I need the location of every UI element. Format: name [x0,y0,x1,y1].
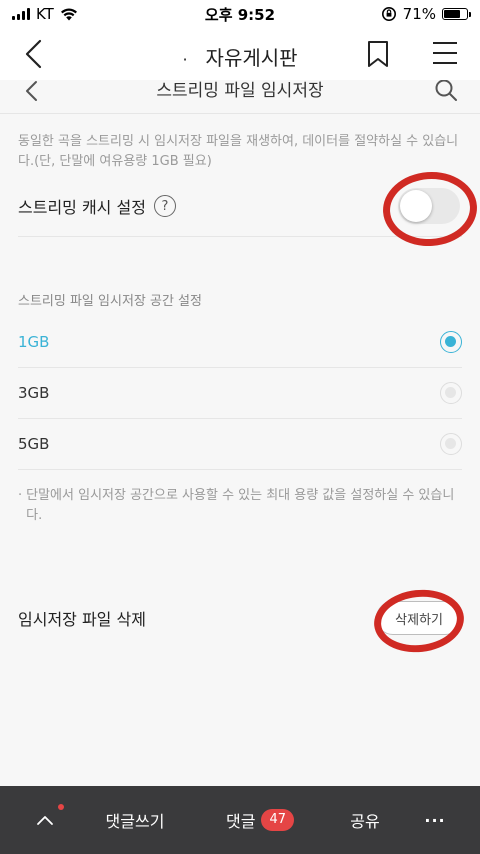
divider [18,469,462,470]
option-label-3gb: 3GB [18,384,50,402]
radio-5gb[interactable] [440,433,462,455]
scroll-top-button[interactable] [20,786,70,854]
battery-icon [442,8,471,20]
chevron-up-icon [37,816,53,825]
option-row-3gb[interactable]: 3GB [18,368,462,418]
more-button[interactable]: ··· [410,786,460,854]
status-left: KT [12,5,78,23]
comments-button[interactable]: 댓글 47 [210,786,310,854]
page-title-text: 자유게시판 [205,46,298,70]
comment-count-badge: 47 [261,809,294,831]
delete-button[interactable]: 삭제하기 [376,601,462,635]
delete-label: 임시저장 파일 삭제 [18,610,146,629]
delete-row: 임시저장 파일 삭제 삭제하기 [18,601,462,635]
settings-title: 스트리밍 파일 임시저장 [156,81,324,101]
radio-dot [445,336,456,347]
note-bullet: · [18,488,23,503]
settings-panel: 스트리밍 파일 임시저장 동일한 곡을 스트리밍 시 임시저장 파일을 재생하여… [0,80,480,786]
comments-label: 댓글 [226,812,256,831]
divider [18,236,462,237]
space-section-label: 스트리밍 파일 임시저장 공간 설정 [18,294,202,309]
search-icon[interactable] [434,80,458,102]
bottom-bar: 댓글쓰기 댓글 47 공유 ··· [0,786,480,854]
cache-description: 동일한 곡을 스트리밍 시 임시저장 파일을 재생하여, 데이터를 절약하실 수… [18,134,459,169]
page-title: · 자유게시판 [0,42,480,71]
status-bar: KT 오후 9:52 71% [0,0,480,28]
cache-toggle[interactable] [398,188,460,224]
note-text: 단말에서 임시저장 공간으로 사용할 수 있는 최대 용량 값을 설정하실 수 … [26,488,455,523]
radio-dot [445,438,456,449]
option-label-5gb: 5GB [18,435,50,453]
bookmark-icon[interactable] [366,40,390,68]
top-nav: · 자유게시판 [0,28,480,80]
carrier-label: KT [36,5,54,23]
radio-3gb[interactable] [440,382,462,404]
cache-label: 스트리밍 캐시 설정 [18,198,146,217]
settings-header: 스트리밍 파일 임시저장 [0,80,480,114]
option-label-1gb: 1GB [18,333,50,351]
wifi-icon [60,8,77,21]
write-comment-label: 댓글쓰기 [105,812,165,831]
notification-dot [58,804,64,810]
space-note: · 단말에서 임시저장 공간으로 사용할 수 있는 최대 용량 값을 설정하실 … [18,486,462,526]
orientation-lock-icon [381,7,396,21]
help-icon[interactable]: ? [153,195,176,217]
radio-dot [445,387,456,398]
write-comment-button[interactable]: 댓글쓰기 [90,786,180,854]
radio-1gb[interactable] [440,331,462,353]
cache-setting-row: 스트리밍 캐시 설정 ? [18,188,462,224]
toggle-knob [400,190,432,222]
share-button[interactable]: 공유 [335,786,395,854]
option-row-5gb[interactable]: 5GB [18,419,462,469]
cache-label-group: 스트리밍 캐시 설정 ? [18,194,176,218]
battery-percent: 71% [402,5,436,23]
status-right: 71% [381,5,471,23]
menu-icon[interactable] [432,41,458,65]
option-row-1gb[interactable]: 1GB [18,317,462,367]
share-label: 공유 [350,812,380,831]
title-bullet: · [182,50,188,69]
battery-level [444,10,460,18]
cell-signal-icon [12,8,30,20]
app-frame: KT 오후 9:52 71% · 자유게시판 스트리밍 파일 임시저장 동일한 … [0,0,480,854]
more-icon: ··· [424,810,446,830]
